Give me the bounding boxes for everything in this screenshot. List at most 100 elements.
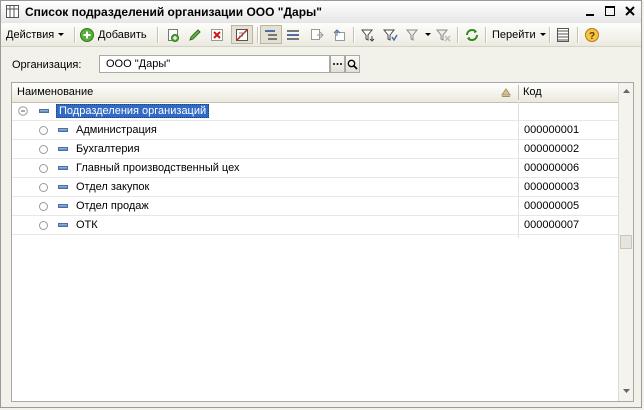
row-name: Главный производственный цех	[76, 162, 240, 174]
table-row[interactable]: Бухгалтерия 000000002	[12, 140, 618, 159]
row-name: Администрация	[76, 124, 157, 136]
row-marker-icon	[39, 202, 48, 211]
row-code: 000000005	[524, 200, 580, 212]
row-code: 000000001	[524, 124, 580, 136]
toolbar-separator	[549, 27, 551, 43]
add-button-label: Добавить	[98, 28, 147, 41]
row-code: 000000007	[524, 219, 580, 231]
tree-mode-button[interactable]	[260, 25, 282, 44]
filter-list-icon	[405, 29, 419, 41]
org-label: Организация:	[12, 59, 82, 71]
chevron-down-icon	[539, 33, 546, 36]
level-up-button[interactable]	[331, 25, 347, 44]
org-input[interactable]: ООО "Дары"	[99, 55, 330, 73]
subdivisions-table: Наименование Код Подразделения организац…	[11, 82, 634, 402]
row-marker-icon	[39, 221, 48, 230]
toolbar-separator	[485, 27, 487, 43]
move-to-group-button[interactable]	[309, 25, 325, 44]
column-header-code[interactable]: Код	[518, 83, 618, 102]
item-icon	[58, 128, 68, 132]
title-bar: Список подразделений организации ООО "Да…	[1, 1, 641, 24]
columns-settings-icon	[557, 27, 569, 42]
row-name: Отдел продаж	[76, 200, 149, 212]
collapse-icon	[18, 106, 28, 116]
edit-button[interactable]	[187, 25, 203, 44]
item-icon	[58, 185, 68, 189]
filter-set-icon	[382, 29, 398, 41]
org-select-button[interactable]	[330, 55, 345, 73]
table-row[interactable]: ОТК 000000007	[12, 216, 618, 235]
chevron-down-icon	[58, 33, 65, 36]
ellipsis-icon	[333, 63, 342, 65]
filter-clear-button[interactable]	[435, 25, 451, 44]
svg-text:?: ?	[589, 31, 595, 42]
filter-set-button[interactable]	[382, 25, 398, 44]
goto-menu-label: Перейти	[492, 28, 536, 41]
add-button[interactable]: Добавить	[79, 25, 147, 44]
row-name: Бухгалтерия	[76, 143, 140, 155]
scroll-down-button[interactable]	[619, 383, 633, 399]
minimize-icon	[586, 14, 594, 16]
table-row[interactable]: Главный производственный цех 000000006	[12, 159, 618, 178]
row-marker-icon	[39, 145, 48, 154]
scrollbar-thumb[interactable]	[620, 235, 632, 249]
chevron-down-icon	[425, 33, 431, 36]
refresh-button[interactable]	[464, 25, 480, 44]
row-code: 000000002	[524, 143, 580, 155]
refresh-icon	[466, 28, 478, 41]
toolbar-separator	[74, 27, 76, 43]
org-open-button[interactable]	[345, 55, 360, 73]
goto-menu-button[interactable]: Перейти	[492, 25, 546, 44]
filter-button[interactable]	[360, 25, 376, 44]
arrow-down-icon	[622, 389, 630, 393]
minimize-button[interactable]	[581, 3, 599, 20]
toolbar-separator	[577, 27, 579, 43]
close-button[interactable]	[621, 3, 639, 20]
filter-clear-icon	[435, 29, 451, 42]
item-icon	[58, 223, 68, 227]
row-name: Отдел закупок	[76, 181, 150, 193]
table-row[interactable]: Отдел закупок 000000003	[12, 178, 618, 197]
table-header: Наименование Код	[12, 83, 618, 103]
row-marker-icon	[39, 164, 48, 173]
toolbar-separator	[457, 27, 459, 43]
item-icon	[58, 166, 68, 170]
level-up-icon	[333, 28, 345, 41]
toolbar-separator	[353, 27, 355, 43]
add-copy-button[interactable]	[165, 25, 181, 44]
help-button[interactable]: ?	[584, 25, 600, 44]
toolbar: Действия Добавить Перейти ?	[1, 23, 641, 47]
maximize-button[interactable]	[601, 3, 619, 20]
mark-delete-button[interactable]	[231, 25, 253, 44]
toolbar-separator	[257, 27, 259, 43]
add-icon	[80, 27, 94, 42]
filter-icon	[360, 29, 375, 42]
toolbar-separator	[157, 27, 159, 43]
group-item-icon	[39, 109, 49, 113]
item-icon	[58, 147, 68, 151]
column-header-name[interactable]: Наименование	[12, 83, 518, 102]
scroll-up-button[interactable]	[619, 83, 633, 99]
table-row[interactable]: Администрация 000000001	[12, 121, 618, 140]
delete-button[interactable]	[209, 25, 225, 44]
list-mode-button[interactable]	[285, 25, 301, 44]
item-icon	[58, 204, 68, 208]
vertical-scrollbar[interactable]	[618, 83, 633, 401]
columns-settings-button[interactable]	[555, 25, 571, 44]
table-row[interactable]: Отдел продаж 000000005	[12, 197, 618, 216]
row-marker-icon	[39, 126, 48, 135]
mark-delete-icon	[236, 28, 248, 41]
move-to-group-icon	[311, 28, 324, 40]
close-icon	[625, 6, 635, 16]
actions-menu-label: Действия	[6, 28, 55, 41]
add-copy-icon	[168, 28, 179, 42]
edit-icon	[189, 28, 201, 41]
row-name: ОТК	[76, 219, 98, 231]
filter-list-button[interactable]	[405, 25, 431, 44]
actions-menu-button[interactable]: Действия	[6, 25, 65, 44]
maximize-icon	[605, 6, 615, 16]
window-title: Список подразделений организации ООО "Да…	[25, 5, 322, 19]
group-row[interactable]: Подразделения организаций	[12, 102, 618, 121]
help-icon: ?	[585, 27, 599, 42]
row-code: 000000003	[524, 181, 580, 193]
